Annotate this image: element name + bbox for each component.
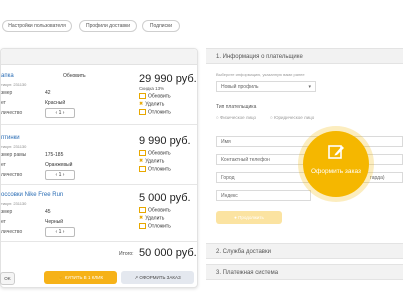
item-update-link[interactable]: Обновить (63, 73, 86, 79)
plus-icon[interactable]: › (61, 229, 65, 235)
postpone-button[interactable]: Отложить (139, 109, 171, 115)
profile-hint: Выберите информацию, указанную вами ране… (216, 72, 305, 77)
divider (1, 124, 197, 125)
item-price: 29 990 руб. (139, 73, 197, 85)
quantity-stepper[interactable]: ‹ 1 › (45, 227, 75, 237)
refresh-icon (139, 93, 146, 99)
update-button[interactable]: Обновить (139, 207, 171, 213)
checkout-button[interactable]: ↗ ОФОРМИТЬ ЗАКАЗ (121, 271, 194, 284)
item-color-label: ет (1, 162, 6, 168)
refresh-icon (139, 207, 146, 213)
clock-icon (139, 223, 146, 229)
item-color-value: Красный (45, 100, 66, 106)
section-payment[interactable]: 3. Платежная система (206, 264, 403, 280)
tab-user-settings[interactable]: Настройки пользователя (2, 20, 72, 32)
item-color-label: ет (1, 100, 6, 106)
update-button[interactable]: Обновить (139, 93, 171, 99)
delete-button[interactable]: ✖ Удалить (139, 158, 164, 164)
clock-icon (139, 109, 146, 115)
item-size-label: змер (1, 90, 13, 96)
plus-icon[interactable]: › (61, 110, 65, 116)
total-label: Итого: (119, 251, 134, 257)
item-qty-label: личество (1, 110, 23, 116)
delete-button[interactable]: ✖ Удалить (139, 215, 164, 221)
continue-button[interactable]: ● Продолжить (216, 211, 282, 224)
item-size-label: змер (1, 209, 13, 215)
profile-select[interactable]: Новый профиль ▾ (216, 81, 316, 92)
quantity-stepper[interactable]: ‹ 1 › (45, 108, 75, 118)
divider (1, 184, 197, 185)
item-article: тикул: 231130 (1, 201, 27, 206)
radio-legal[interactable]: ○ Юридическое лицо (270, 115, 314, 120)
postpone-button[interactable]: Отложить (139, 223, 171, 229)
buy-one-click-button[interactable]: ☝ КУПИТЬ В 1 КЛИК (44, 271, 117, 284)
cart-header (1, 49, 197, 65)
item-size-value: 42 (45, 90, 51, 96)
item-color-value: Черный (45, 219, 64, 225)
close-icon: ✖ (139, 158, 144, 164)
order-badge[interactable]: Оформить заказ (303, 131, 369, 197)
clock-icon (139, 166, 146, 172)
item-price: 5 000 руб. (139, 192, 191, 204)
item-price: 9 990 руб. (139, 135, 191, 147)
payer-type-label: Тип плательщика (216, 104, 257, 110)
hand-icon: ☝ (57, 275, 65, 280)
item-qty-label: личество (1, 229, 23, 235)
edit-icon (328, 145, 344, 159)
item-color-label: ет (1, 219, 6, 225)
tab-subscriptions[interactable]: Подписки (142, 20, 180, 32)
chevron-down-icon: ▾ (308, 84, 311, 90)
item-name[interactable]: апка (1, 73, 14, 79)
badge-label: Оформить заказ (310, 168, 361, 175)
total-value: 50 000 руб. (139, 247, 197, 259)
close-icon: ✖ (139, 101, 144, 107)
close-icon: ✖ (139, 215, 144, 221)
item-color-value: Оранжевый (45, 162, 73, 168)
delete-button[interactable]: ✖ Удалить (139, 101, 164, 107)
radio-individual[interactable]: ○ Физическое лицо (216, 115, 256, 120)
zip-field[interactable]: Индекс (216, 190, 311, 201)
ok-button[interactable]: OK (0, 272, 15, 285)
item-size-value: 45 (45, 209, 51, 215)
tab-delivery-profiles[interactable]: Профили доставки (79, 20, 137, 32)
divider (1, 241, 197, 242)
section-delivery[interactable]: 2. Служба доставки (206, 243, 403, 259)
item-name[interactable]: птинки (1, 135, 20, 141)
item-qty-label: личество (1, 172, 23, 178)
city-hint: гарда) (370, 175, 385, 181)
item-discount: Скидка 13% (139, 86, 165, 91)
plus-icon[interactable]: › (61, 172, 65, 178)
refresh-icon (139, 150, 146, 156)
item-size-value: 175-185 (45, 152, 64, 158)
cart-panel: апка тикул: 231130 Обновить змер 42 ет К… (0, 48, 198, 288)
postpone-button[interactable]: Отложить (139, 166, 171, 172)
item-article: тикул: 231130 (1, 144, 27, 149)
section-payer-info[interactable]: 1. Информация о плательщике (206, 48, 403, 64)
item-article: тикул: 231130 (1, 82, 27, 87)
item-size-label: змер рамы (1, 152, 27, 158)
item-name[interactable]: оссовки Nike Free Run (1, 192, 63, 198)
update-button[interactable]: Обновить (139, 150, 171, 156)
quantity-stepper[interactable]: ‹ 1 › (45, 170, 75, 180)
